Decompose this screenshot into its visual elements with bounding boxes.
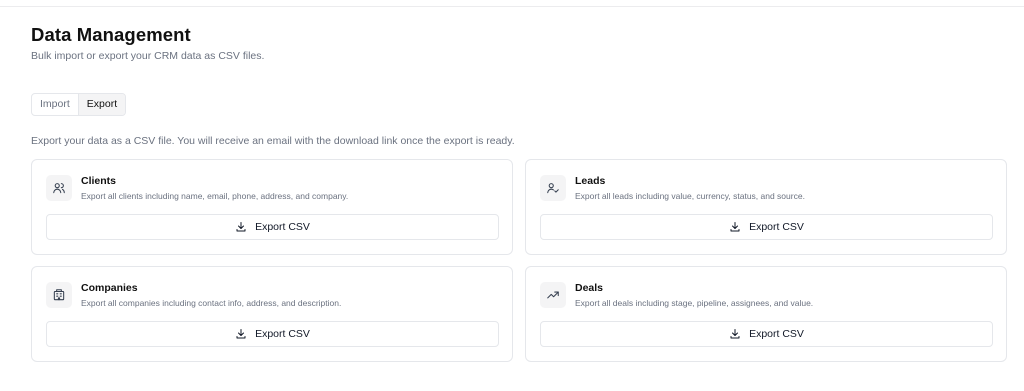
card-title: Clients bbox=[81, 175, 117, 187]
export-companies-button[interactable]: Export CSV bbox=[46, 321, 499, 347]
user-check-icon bbox=[540, 175, 566, 201]
page-subtitle: Bulk import or export your CRM data as C… bbox=[31, 50, 265, 62]
download-icon bbox=[730, 222, 740, 232]
export-button-label: Export CSV bbox=[749, 328, 804, 340]
tab-export[interactable]: Export bbox=[77, 94, 126, 115]
import-export-tabs: Import Export bbox=[31, 93, 127, 116]
export-card-companies: Companies Export all companies including… bbox=[31, 266, 513, 362]
export-leads-button[interactable]: Export CSV bbox=[540, 214, 993, 240]
card-title: Companies bbox=[81, 282, 138, 294]
card-title: Deals bbox=[575, 282, 604, 294]
download-icon bbox=[730, 329, 740, 339]
export-card-deals: Deals Export all deals including stage, … bbox=[525, 266, 1007, 362]
trending-up-icon bbox=[540, 282, 566, 308]
top-divider bbox=[0, 6, 1024, 7]
download-icon bbox=[236, 329, 246, 339]
export-button-label: Export CSV bbox=[749, 221, 804, 233]
building-icon bbox=[46, 282, 72, 308]
card-description: Export all leads including value, curren… bbox=[575, 191, 805, 201]
export-card-leads: Leads Export all leads including value, … bbox=[525, 159, 1007, 255]
export-button-label: Export CSV bbox=[255, 328, 310, 340]
export-deals-button[interactable]: Export CSV bbox=[540, 321, 993, 347]
card-description: Export all clients including name, email… bbox=[81, 191, 349, 201]
card-title: Leads bbox=[575, 175, 606, 187]
export-clients-button[interactable]: Export CSV bbox=[46, 214, 499, 240]
users-icon bbox=[46, 175, 72, 201]
tab-import[interactable]: Import bbox=[32, 94, 78, 115]
export-button-label: Export CSV bbox=[255, 221, 310, 233]
export-description: Export your data as a CSV file. You will… bbox=[31, 135, 515, 147]
page-title: Data Management bbox=[31, 24, 191, 45]
export-card-clients: Clients Export all clients including nam… bbox=[31, 159, 513, 255]
card-description: Export all companies including contact i… bbox=[81, 298, 342, 308]
card-description: Export all deals including stage, pipeli… bbox=[575, 298, 814, 308]
download-icon bbox=[236, 222, 246, 232]
